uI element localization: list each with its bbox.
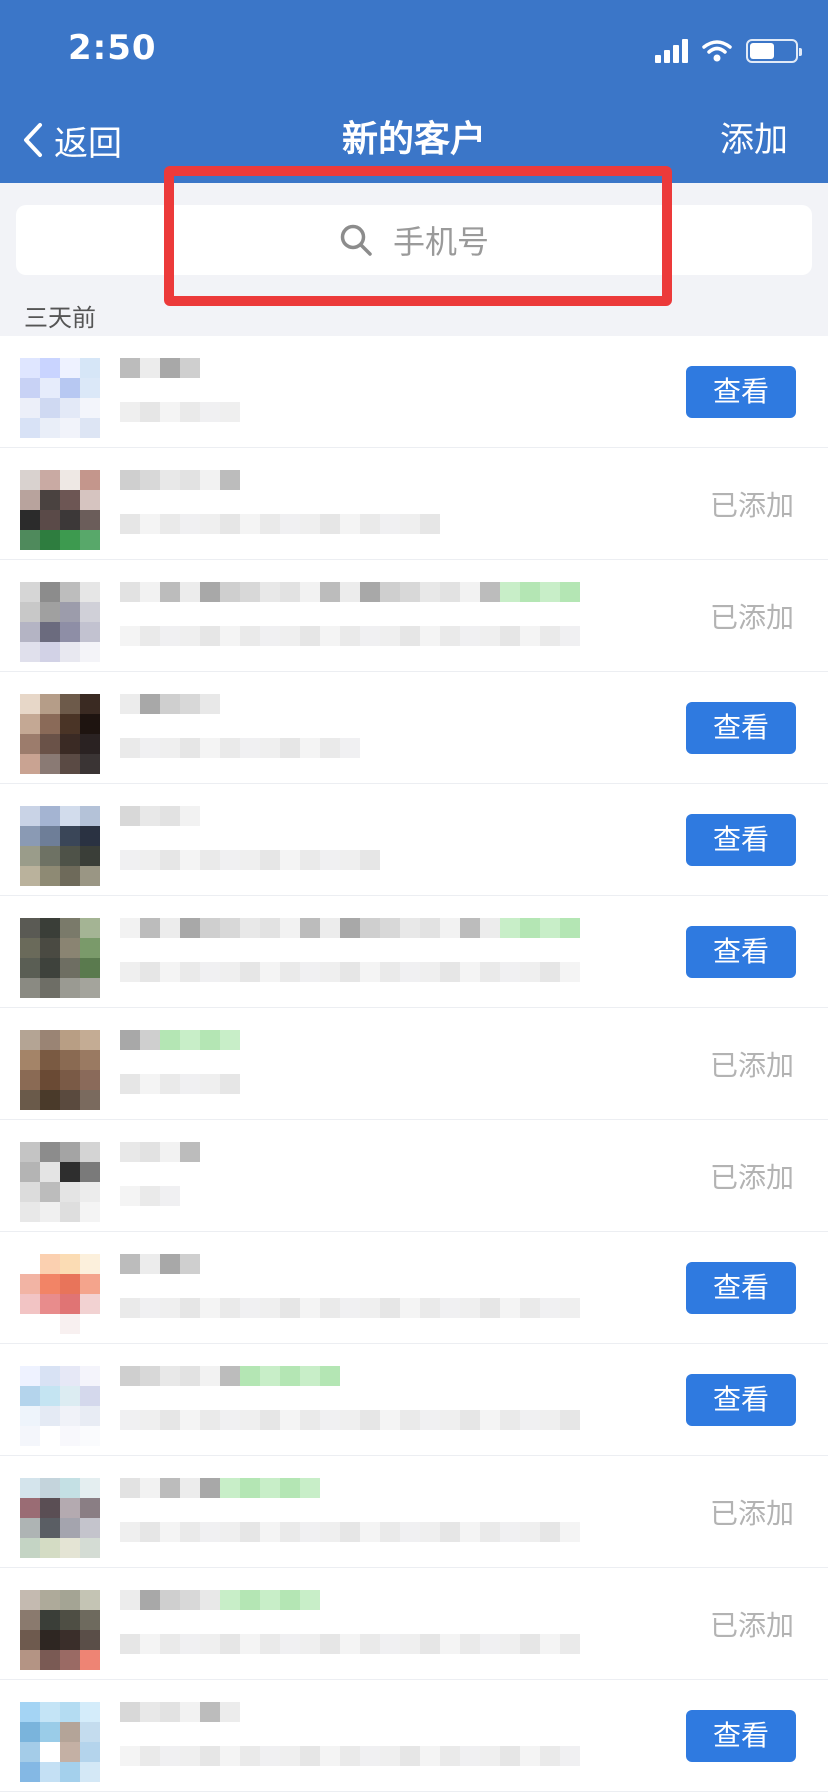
customer-name-blurred (120, 1366, 340, 1386)
search-icon (340, 224, 372, 256)
avatar (20, 1254, 100, 1334)
view-button[interactable]: 查看 (686, 702, 796, 754)
customer-detail-blurred (120, 402, 240, 422)
added-status: 已添加 (709, 601, 794, 634)
avatar (20, 358, 100, 438)
customer-detail-blurred (120, 1634, 580, 1654)
status-icons (655, 36, 802, 66)
added-status: 已添加 (709, 489, 794, 522)
customer-detail-blurred (120, 1522, 580, 1542)
list-item[interactable]: 已添加 (0, 1120, 828, 1232)
added-status: 已添加 (709, 1049, 794, 1082)
view-button[interactable]: 查看 (686, 1710, 796, 1762)
search-input[interactable]: 手机号 (16, 205, 812, 275)
page-title: 新的客户 (341, 119, 486, 160)
list-item[interactable]: 查看 (0, 336, 828, 448)
battery-icon (746, 39, 802, 63)
customer-name-blurred (120, 806, 200, 826)
customer-name-blurred (120, 694, 220, 714)
added-status: 已添加 (709, 1609, 794, 1642)
customer-list: 查看 已添加 已添加 查看 查看 查看 已添加 已添加 查看 查看 已添加 已添加 查看 (0, 336, 828, 1792)
section-label: 三天前 (24, 304, 96, 332)
list-item[interactable]: 查看 (0, 896, 828, 1008)
customer-name-blurred (120, 358, 200, 378)
list-item[interactable]: 查看 (0, 1232, 828, 1344)
search-placeholder: 手机号 (392, 223, 489, 261)
customer-detail-blurred (120, 514, 440, 534)
customer-name-blurred (120, 1030, 240, 1050)
customer-detail-blurred (120, 1298, 580, 1318)
list-item[interactable]: 已添加 (0, 1008, 828, 1120)
added-status: 已添加 (709, 1161, 794, 1194)
signal-icon (655, 39, 688, 63)
list-item[interactable]: 查看 (0, 672, 828, 784)
avatar (20, 918, 100, 998)
list-item[interactable]: 查看 (0, 1680, 828, 1792)
customer-detail-blurred (120, 1410, 580, 1430)
customer-detail-blurred (120, 1186, 180, 1206)
view-button[interactable]: 查看 (686, 1374, 796, 1426)
back-label: 返回 (54, 123, 122, 164)
customer-detail-blurred (120, 850, 380, 870)
avatar (20, 1366, 100, 1446)
view-button[interactable]: 查看 (686, 1262, 796, 1314)
avatar (20, 806, 100, 886)
avatar (20, 1702, 100, 1782)
customer-name-blurred (120, 1478, 320, 1498)
customer-name-blurred (120, 1702, 240, 1722)
added-status: 已添加 (709, 1497, 794, 1530)
customer-name-blurred (120, 470, 240, 490)
avatar (20, 1030, 100, 1110)
customer-detail-blurred (120, 1074, 240, 1094)
list-item[interactable]: 已添加 (0, 1456, 828, 1568)
avatar (20, 470, 100, 550)
customer-name-blurred (120, 1254, 200, 1274)
customer-name-blurred (120, 1590, 320, 1610)
avatar (20, 1590, 100, 1670)
status-time: 2:50 (68, 28, 157, 68)
chevron-left-icon (24, 123, 42, 157)
avatar (20, 1142, 100, 1222)
customer-name-blurred (120, 918, 580, 938)
customer-detail-blurred (120, 738, 360, 758)
avatar (20, 1478, 100, 1558)
list-item[interactable]: 已添加 (0, 448, 828, 560)
customer-name-blurred (120, 1142, 200, 1162)
add-button[interactable]: 添加 (720, 112, 788, 168)
view-button[interactable]: 查看 (686, 366, 796, 418)
top-bar: 2:50 返回 新的客户 添加 (0, 0, 828, 183)
customer-detail-blurred (120, 962, 580, 982)
list-item[interactable]: 已添加 (0, 1568, 828, 1680)
customer-detail-blurred (120, 626, 580, 646)
list-item[interactable]: 查看 (0, 1344, 828, 1456)
list-item[interactable]: 已添加 (0, 560, 828, 672)
customer-name-blurred (120, 582, 580, 602)
view-button[interactable]: 查看 (686, 926, 796, 978)
customer-detail-blurred (120, 1746, 580, 1766)
avatar (20, 582, 100, 662)
wifi-icon (702, 40, 732, 62)
avatar (20, 694, 100, 774)
back-button[interactable]: 返回 (22, 112, 122, 168)
list-item[interactable]: 查看 (0, 784, 828, 896)
view-button[interactable]: 查看 (686, 814, 796, 866)
